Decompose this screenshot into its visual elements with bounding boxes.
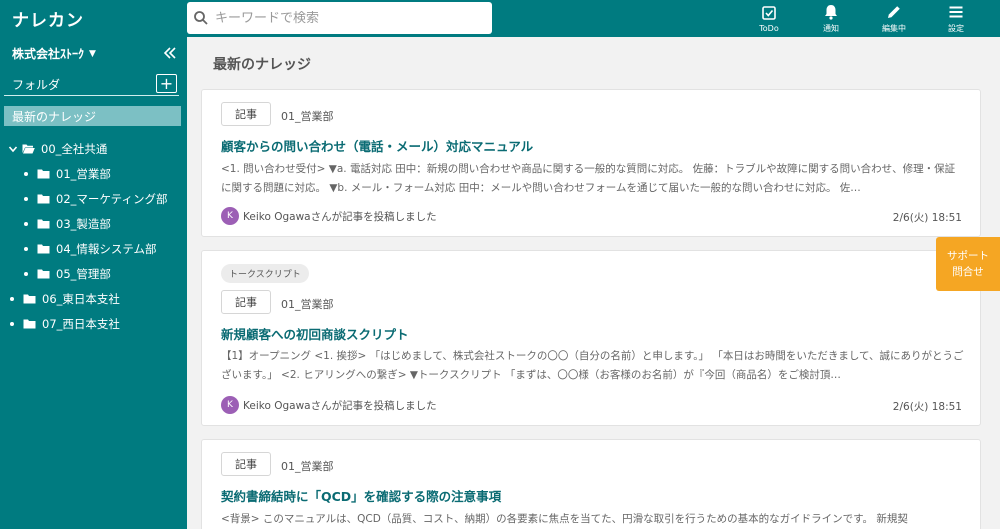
post-date: 2/6(火) 18:51 (892, 401, 962, 413)
department-label[interactable]: 01_営業部 (281, 108, 334, 124)
folder-icon (37, 219, 50, 229)
caret-down-icon: ▼ (89, 48, 96, 59)
folder-header: フォルダ + (4, 74, 179, 96)
type-badge: 記事 (221, 102, 271, 126)
support-button[interactable]: サポート 問合せ (936, 237, 1000, 291)
page-title: 最新のナレッジ (213, 57, 311, 73)
tree-label: 02_マーケティング部 (56, 191, 168, 206)
card-author: K Keiko Ogawaさんが記事を投稿しました (221, 207, 437, 225)
bell-icon (825, 5, 837, 20)
folder-open-icon (22, 144, 35, 154)
folder-icon (37, 194, 50, 204)
department-label[interactable]: 01_営業部 (281, 296, 334, 312)
search-icon (194, 11, 208, 25)
tag-chip[interactable]: トークスクリプト (221, 264, 309, 283)
tree-item-05[interactable]: 05_管理部 (24, 261, 111, 286)
bullet-icon (10, 296, 14, 301)
menu-icon (949, 6, 963, 18)
pencil-icon (888, 6, 900, 18)
bullet-icon (24, 196, 28, 201)
top-header: ナレカン ToDo 通知 編集中 設定 (0, 0, 1000, 37)
avatar[interactable]: K (221, 207, 239, 225)
app-logo[interactable]: ナレカン (0, 6, 187, 31)
add-folder-button[interactable]: + (156, 74, 177, 93)
tree-label: 00_全社共通 (41, 141, 108, 156)
card-excerpt: 【1】オープニング <1. 挨拶> 「はじめまして、株式会社ストークの〇〇（自分… (221, 350, 964, 381)
search-box[interactable] (187, 2, 492, 34)
tree-item-07[interactable]: 07_西日本支社 (10, 311, 120, 336)
author-text: Keiko Ogawaさんが記事を投稿しました (243, 210, 437, 223)
editing-button[interactable]: 編集中 (866, 0, 922, 37)
sidebar: 株式会社ｽﾄｰｸ ▼ フォルダ + 最新のナレッジ 00_全社共通 01_営業部… (0, 37, 187, 529)
notification-button[interactable]: 通知 (803, 0, 859, 37)
bullet-icon (10, 321, 14, 326)
folder-label: フォルダ (12, 78, 61, 92)
folder-icon (37, 169, 50, 179)
notification-label: 通知 (823, 24, 839, 33)
settings-label: 設定 (948, 24, 964, 33)
bullet-icon (24, 171, 28, 176)
card-excerpt: <1. 問い合わせ受付> ▼a. 電話対応 田中：新規の問い合わせや商品に関する… (221, 163, 956, 194)
card-title[interactable]: 新規顧客への初回商談スクリプト (221, 324, 409, 343)
knowledge-card[interactable]: 記事 01_営業部 顧客からの問い合わせ（電話・メール）対応マニュアル <1. … (201, 89, 981, 237)
tree-label: 06_東日本支社 (42, 291, 120, 306)
tree-label: 05_管理部 (56, 266, 111, 281)
post-date: 2/6(火) 18:51 (892, 212, 962, 224)
company-selector[interactable]: 株式会社ｽﾄｰｸ ▼ (12, 45, 96, 62)
editing-label: 編集中 (882, 24, 906, 33)
main-content: 最新のナレッジ 記事 01_営業部 顧客からの問い合わせ（電話・メール）対応マニ… (187, 37, 1000, 529)
settings-button[interactable]: 設定 (928, 0, 984, 37)
todo-label: ToDo (759, 24, 779, 33)
company-name: 株式会社ｽﾄｰｸ (12, 47, 85, 61)
folder-icon (23, 294, 36, 304)
collapse-sidebar-icon[interactable] (162, 45, 178, 61)
department-label[interactable]: 01_営業部 (281, 458, 334, 474)
folder-icon (37, 244, 50, 254)
bullet-icon (24, 246, 28, 251)
folder-icon (23, 319, 36, 329)
tree-item-06[interactable]: 06_東日本支社 (10, 286, 120, 311)
tree-label: 04_情報システム部 (56, 241, 157, 256)
card-title[interactable]: 顧客からの問い合わせ（電話・メール）対応マニュアル (221, 136, 533, 155)
card-excerpt: <背景> このマニュアルは、QCD（品質、コスト、納期）の各要素に焦点を当てた、… (221, 513, 908, 525)
tree-item-03[interactable]: 03_製造部 (24, 211, 111, 236)
avatar[interactable]: K (221, 396, 239, 414)
knowledge-card[interactable]: トークスクリプト 記事 01_営業部 新規顧客への初回商談スクリプト 【1】オー… (201, 250, 981, 426)
folder-icon (37, 269, 50, 279)
chevron-down-icon[interactable] (8, 144, 18, 154)
knowledge-card[interactable]: 記事 01_営業部 契約書締結時に「QCD」を確認する際の注意事項 <背景> こ… (201, 439, 981, 529)
tree-item-01[interactable]: 01_営業部 (24, 161, 111, 186)
todo-button[interactable]: ToDo (741, 0, 797, 37)
support-label-line1: サポート (947, 250, 989, 262)
support-label-line2: 問合せ (952, 266, 984, 278)
author-text: Keiko Ogawaさんが記事を投稿しました (243, 399, 437, 412)
latest-knowledge-link[interactable]: 最新のナレッジ (4, 106, 181, 126)
bullet-icon (24, 221, 28, 226)
tree-item-00[interactable]: 00_全社共通 (8, 136, 107, 161)
card-author: K Keiko Ogawaさんが記事を投稿しました (221, 396, 437, 414)
type-badge: 記事 (221, 290, 271, 314)
tree-label: 01_営業部 (56, 166, 111, 181)
type-badge: 記事 (221, 452, 271, 476)
tree-label: 03_製造部 (56, 216, 111, 231)
bullet-icon (24, 271, 28, 276)
todo-checkbox-icon (762, 6, 776, 20)
tree-item-04[interactable]: 04_情報システム部 (24, 236, 157, 261)
search-input[interactable] (215, 10, 475, 26)
tree-label: 07_西日本支社 (42, 316, 120, 331)
tree-item-02[interactable]: 02_マーケティング部 (24, 186, 167, 211)
card-title[interactable]: 契約書締結時に「QCD」を確認する際の注意事項 (221, 486, 501, 505)
